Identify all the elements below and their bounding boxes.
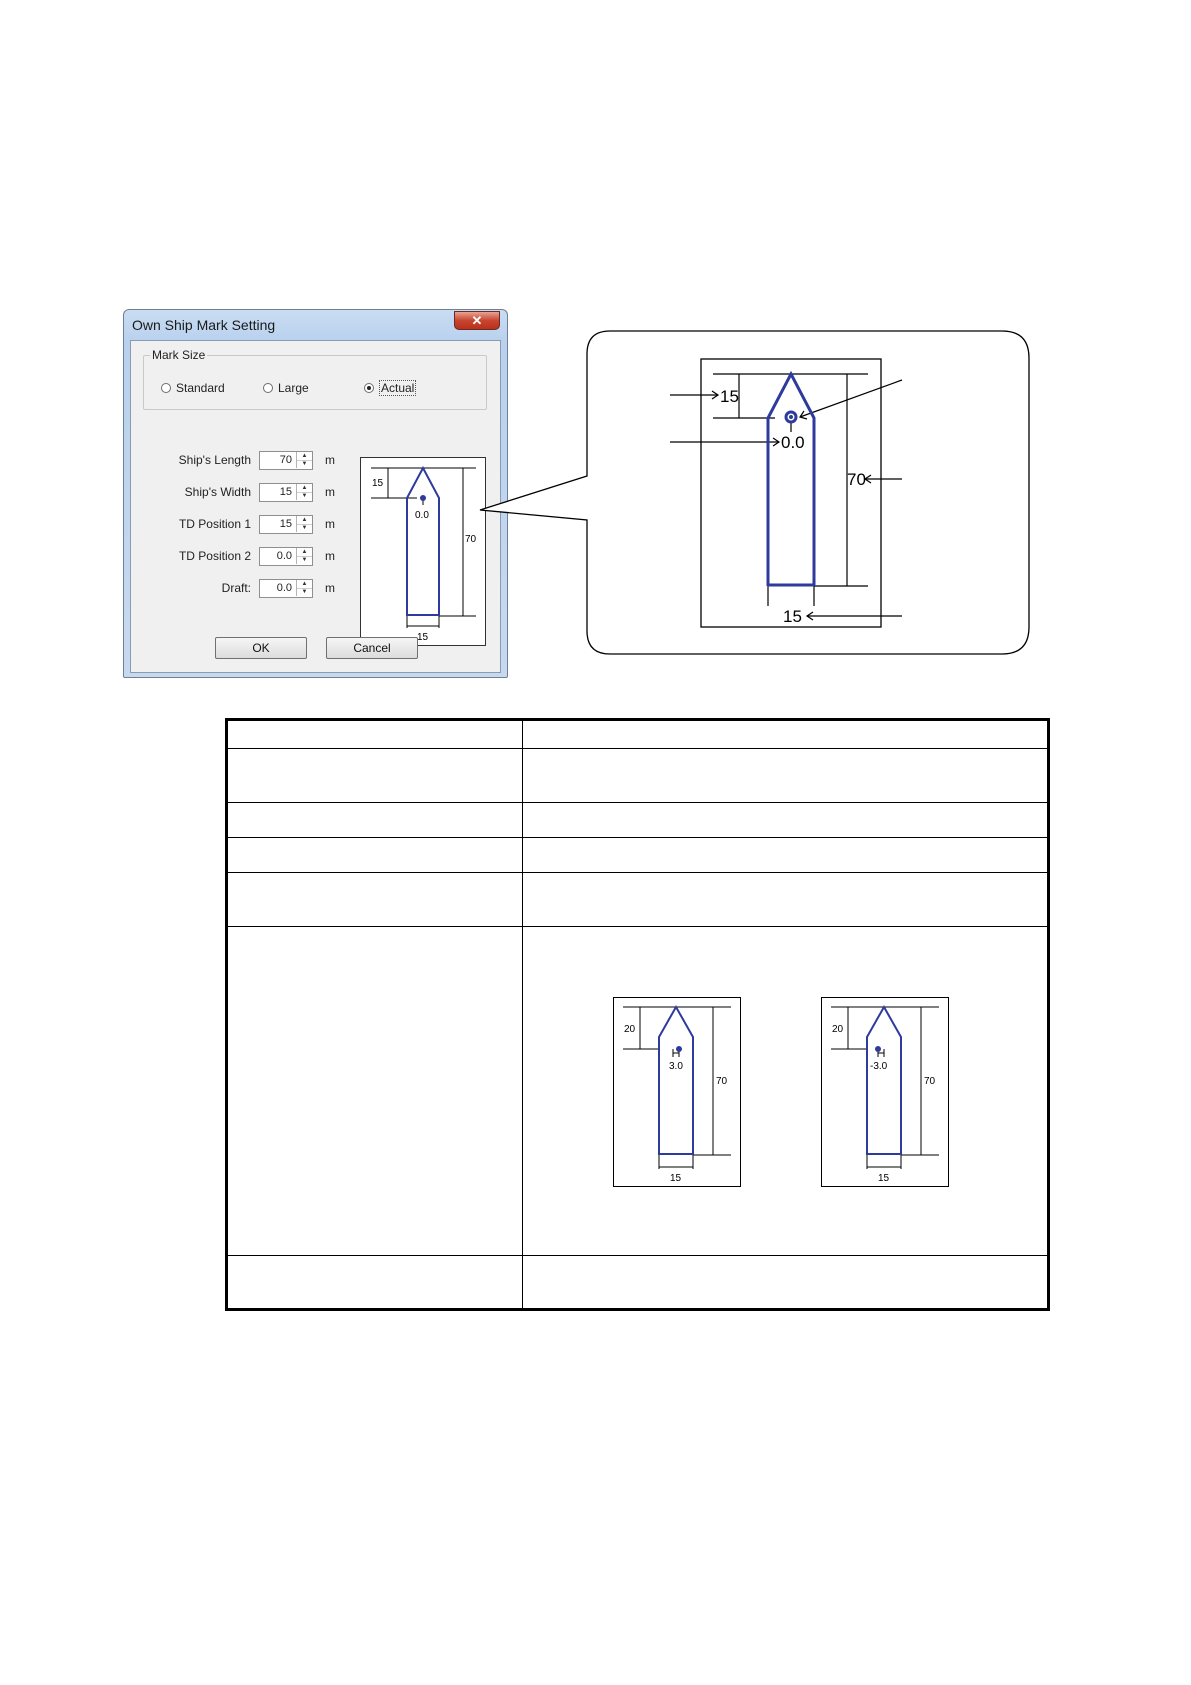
td-position-2-label: TD Position 2 <box>178 549 251 563</box>
td-position-2-stepper[interactable]: 0.0 ▲ ▼ <box>259 547 313 566</box>
close-button[interactable]: ✕ <box>454 311 500 330</box>
ships-length-value: 70 <box>279 454 292 466</box>
table-row: 20 3.0 70 15 20 -3.0 70 15 <box>226 926 1049 1256</box>
preview-pos: 0.0 <box>415 510 429 521</box>
table-cell <box>226 748 523 803</box>
draft-label: Draft: <box>221 581 251 595</box>
example-negative-drawing: 20 -3.0 70 15 <box>821 997 949 1187</box>
table-row <box>226 1255 1049 1310</box>
example-2-width-dim: 15 <box>878 1173 890 1184</box>
table-cell <box>522 872 1049 927</box>
example-1-width-dim: 15 <box>670 1173 682 1184</box>
spin-down-icon[interactable]: ▼ <box>296 524 312 532</box>
spin-down-icon[interactable]: ▼ <box>296 492 312 500</box>
table-cell <box>522 748 1049 803</box>
table-cell <box>226 926 523 1256</box>
radio-large-circle[interactable] <box>263 383 273 393</box>
close-icon: ✕ <box>471 313 483 328</box>
table-row <box>226 719 1049 749</box>
radio-standard-circle[interactable] <box>161 383 171 393</box>
table-row <box>226 837 1049 873</box>
radio-large-label: Large <box>278 381 309 395</box>
preview-callout: 15 0.0 70 15 <box>479 330 1030 655</box>
table-row <box>226 872 1049 927</box>
table-row <box>226 802 1049 838</box>
spin-down-icon[interactable]: ▼ <box>296 588 312 596</box>
table-cell <box>226 802 523 838</box>
draft-value: 0.0 <box>276 582 292 594</box>
radio-actual-circle[interactable] <box>364 383 374 393</box>
td-position-1-stepper[interactable]: 15 ▲ ▼ <box>259 515 313 534</box>
callout-width-dim: 15 <box>783 607 802 626</box>
ok-button[interactable]: OK <box>215 637 307 659</box>
dialog-client-area: Mark Size Standard Large Actual Ship's L… <box>130 340 501 673</box>
radio-actual-label: Actual <box>379 380 417 396</box>
settings-table: 20 3.0 70 15 20 -3.0 70 15 <box>225 718 1050 1311</box>
example-1-pos: 3.0 <box>669 1061 683 1072</box>
ships-length-stepper[interactable]: 70 ▲ ▼ <box>259 451 313 470</box>
table-cell-examples: 20 3.0 70 15 20 -3.0 70 15 <box>522 926 1049 1256</box>
mark-size-legend: Mark Size <box>150 348 208 362</box>
example-1-top-dim: 20 <box>624 1024 636 1035</box>
title-bar[interactable]: Own Ship Mark Setting ✕ <box>124 310 507 340</box>
example-2-length-dim: 70 <box>924 1076 936 1087</box>
table-cell <box>226 872 523 927</box>
draft-stepper[interactable]: 0.0 ▲ ▼ <box>259 579 313 598</box>
table-row <box>226 748 1049 803</box>
spin-down-icon[interactable]: ▼ <box>296 460 312 468</box>
ships-width-unit: m <box>325 485 335 499</box>
example-1-length-dim: 70 <box>716 1076 728 1087</box>
td-position-2-value: 0.0 <box>276 550 292 562</box>
ships-width-label: Ship's Width <box>184 485 251 499</box>
table-cell <box>522 719 1049 749</box>
draft-unit: m <box>325 581 335 595</box>
mark-size-group: Mark Size Standard Large Actual <box>143 348 487 410</box>
preview-width-dim: 15 <box>417 632 429 643</box>
ships-length-unit: m <box>325 453 335 467</box>
table-cell <box>522 837 1049 873</box>
own-ship-mark-dialog: Own Ship Mark Setting ✕ Mark Size Standa… <box>123 309 508 678</box>
ships-width-stepper[interactable]: 15 ▲ ▼ <box>259 483 313 502</box>
callout-top-dim: 15 <box>720 387 739 406</box>
example-2-top-dim: 20 <box>832 1024 844 1035</box>
table-cell <box>226 837 523 873</box>
callout-pos: 0.0 <box>781 433 805 452</box>
ship-preview-drawing: 15 0.0 70 15 <box>371 465 477 643</box>
cancel-button[interactable]: Cancel <box>326 637 418 659</box>
td-position-1-label: TD Position 1 <box>178 517 251 531</box>
td-position-1-unit: m <box>325 517 335 531</box>
preview-top-dim: 15 <box>372 478 384 489</box>
table-cell <box>522 1255 1049 1310</box>
example-positive-drawing: 20 3.0 70 15 <box>613 997 741 1187</box>
ships-width-value: 15 <box>279 486 292 498</box>
radio-standard-label: Standard <box>176 381 225 395</box>
td-position-1-value: 15 <box>279 518 292 530</box>
ship-mark-preview: 15 0.0 70 15 <box>360 457 486 646</box>
ships-length-label: Ship's Length <box>178 453 251 467</box>
td-position-2-unit: m <box>325 549 335 563</box>
callout-length-dim: 70 <box>847 470 866 489</box>
spin-down-icon[interactable]: ▼ <box>296 556 312 564</box>
example-2-pos: -3.0 <box>870 1061 888 1072</box>
table-cell <box>226 1255 523 1310</box>
table-cell <box>226 719 523 749</box>
table-cell <box>522 802 1049 838</box>
dialog-title: Own Ship Mark Setting <box>132 317 276 333</box>
